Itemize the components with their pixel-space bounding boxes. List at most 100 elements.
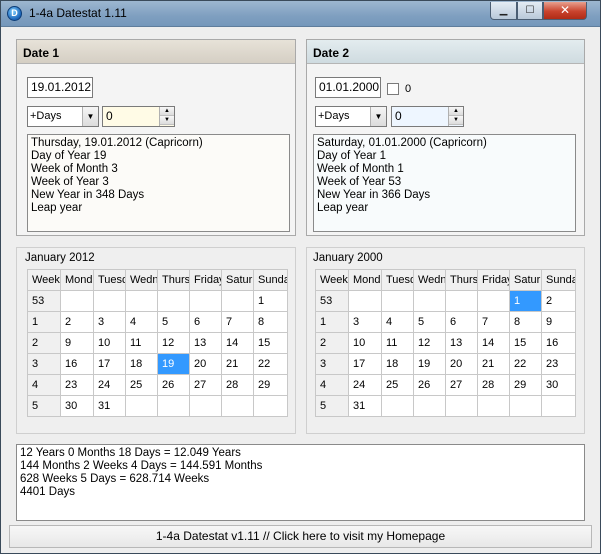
day-cell[interactable]: 12 bbox=[157, 332, 190, 354]
day-cell[interactable]: 29 bbox=[509, 374, 542, 396]
day-cell[interactable]: 21 bbox=[477, 353, 510, 375]
day-cell[interactable]: 9 bbox=[541, 311, 576, 333]
day-cell[interactable]: 15 bbox=[509, 332, 542, 354]
day-cell[interactable]: 12 bbox=[413, 332, 446, 354]
day-cell[interactable]: 19 bbox=[157, 353, 190, 375]
day-cell[interactable]: 8 bbox=[509, 311, 542, 333]
day-cell[interactable]: 3 bbox=[348, 311, 382, 333]
day-cell[interactable]: 20 bbox=[445, 353, 478, 375]
day-cell[interactable]: 18 bbox=[125, 353, 158, 375]
calendar2-grid[interactable]: WeekMondaTuesdWednThursFridaySaturSunda5… bbox=[315, 269, 576, 417]
day-cell bbox=[189, 395, 222, 417]
week-number-cell: 1 bbox=[315, 311, 349, 333]
day-cell[interactable]: 29 bbox=[253, 374, 288, 396]
day-cell[interactable]: 26 bbox=[413, 374, 446, 396]
day-cell[interactable]: 1 bbox=[253, 290, 288, 312]
day-cell[interactable]: 23 bbox=[541, 353, 576, 375]
day-cell[interactable]: 14 bbox=[221, 332, 254, 354]
day-cell[interactable]: 21 bbox=[221, 353, 254, 375]
day-cell bbox=[157, 290, 190, 312]
day-cell[interactable]: 27 bbox=[189, 374, 222, 396]
day-cell[interactable]: 2 bbox=[541, 290, 576, 312]
day-cell[interactable]: 11 bbox=[381, 332, 414, 354]
day-cell[interactable]: 1 bbox=[509, 290, 542, 312]
close-button[interactable]: ✕ bbox=[543, 2, 587, 20]
day-cell[interactable]: 13 bbox=[189, 332, 222, 354]
weekday-header: Monda bbox=[60, 269, 94, 291]
day-cell[interactable]: 2 bbox=[60, 311, 94, 333]
date1-offset-spinner[interactable]: 0 ▲ ▼ bbox=[102, 106, 175, 127]
day-cell[interactable]: 31 bbox=[93, 395, 126, 417]
day-cell[interactable]: 17 bbox=[348, 353, 382, 375]
day-cell[interactable]: 20 bbox=[189, 353, 222, 375]
minimize-button[interactable]: ▁ bbox=[490, 2, 517, 20]
day-cell[interactable]: 7 bbox=[477, 311, 510, 333]
day-cell bbox=[125, 290, 158, 312]
day-cell[interactable]: 28 bbox=[477, 374, 510, 396]
app-icon[interactable]: D bbox=[7, 6, 22, 21]
date1-header: Date 1 bbox=[17, 40, 295, 64]
day-cell[interactable]: 16 bbox=[541, 332, 576, 354]
day-cell[interactable]: 30 bbox=[541, 374, 576, 396]
day-cell[interactable]: 25 bbox=[381, 374, 414, 396]
maximize-button[interactable]: ☐ bbox=[517, 2, 543, 20]
chevron-down-icon[interactable]: ▼ bbox=[370, 107, 386, 126]
day-cell[interactable]: 6 bbox=[189, 311, 222, 333]
day-cell[interactable]: 5 bbox=[413, 311, 446, 333]
day-cell[interactable]: 9 bbox=[60, 332, 94, 354]
day-cell[interactable]: 3 bbox=[93, 311, 126, 333]
calendar-week-row: 3 16 17 18 19 20 21 22 bbox=[27, 353, 288, 375]
day-cell[interactable]: 10 bbox=[348, 332, 382, 354]
result-line: 628 Weeks 5 Days = 628.714 Weeks bbox=[20, 473, 210, 485]
day-cell[interactable]: 25 bbox=[125, 374, 158, 396]
homepage-link[interactable]: 1-4a Datestat v1.11 // Click here to vis… bbox=[9, 525, 592, 548]
day-cell[interactable]: 4 bbox=[381, 311, 414, 333]
day-cell[interactable]: 27 bbox=[445, 374, 478, 396]
date2-input[interactable]: 01.01.2000 bbox=[315, 77, 381, 98]
day-cell[interactable]: 22 bbox=[253, 353, 288, 375]
day-cell[interactable]: 7 bbox=[221, 311, 254, 333]
spin-down-icon[interactable]: ▼ bbox=[160, 116, 174, 125]
day-cell[interactable]: 19 bbox=[413, 353, 446, 375]
day-cell[interactable]: 4 bbox=[125, 311, 158, 333]
chevron-down-icon[interactable]: ▼ bbox=[82, 107, 98, 126]
day-cell[interactable]: 10 bbox=[93, 332, 126, 354]
day-cell[interactable]: 16 bbox=[60, 353, 94, 375]
day-cell[interactable]: 23 bbox=[60, 374, 94, 396]
title-bar[interactable]: D 1-4a Datestat 1.11 ▁ ☐ ✕ bbox=[1, 1, 600, 27]
day-cell[interactable]: 26 bbox=[157, 374, 190, 396]
week-number-cell: 4 bbox=[27, 374, 61, 396]
day-cell[interactable]: 8 bbox=[253, 311, 288, 333]
day-cell[interactable]: 14 bbox=[477, 332, 510, 354]
day-cell[interactable]: 24 bbox=[348, 374, 382, 396]
day-cell[interactable]: 22 bbox=[509, 353, 542, 375]
day-cell[interactable]: 5 bbox=[157, 311, 190, 333]
day-cell[interactable]: 6 bbox=[445, 311, 478, 333]
date2-offset-spinner[interactable]: 0 ▲ ▼ bbox=[391, 106, 464, 127]
day-cell bbox=[125, 395, 158, 417]
date2-checkbox[interactable] bbox=[387, 83, 399, 95]
date2-offset-mode-select[interactable]: +Days ▼ bbox=[315, 106, 387, 127]
day-cell[interactable]: 28 bbox=[221, 374, 254, 396]
spin-up-icon[interactable]: ▲ bbox=[449, 107, 463, 116]
day-cell[interactable]: 24 bbox=[93, 374, 126, 396]
day-cell[interactable]: 15 bbox=[253, 332, 288, 354]
date1-offset-mode-select[interactable]: +Days ▼ bbox=[27, 106, 99, 127]
date1-input[interactable]: 19.01.2012 bbox=[27, 77, 93, 98]
weekday-header: Tuesd bbox=[93, 269, 126, 291]
calendar1-grid[interactable]: WeekMondaTuesdWednThursFridaySaturSunda5… bbox=[27, 269, 288, 417]
day-cell[interactable]: 18 bbox=[381, 353, 414, 375]
day-cell[interactable]: 11 bbox=[125, 332, 158, 354]
day-cell bbox=[348, 290, 382, 312]
day-cell[interactable]: 31 bbox=[348, 395, 382, 417]
day-cell[interactable]: 17 bbox=[93, 353, 126, 375]
day-cell[interactable]: 30 bbox=[60, 395, 94, 417]
day-cell bbox=[413, 290, 446, 312]
weekday-header: Week bbox=[27, 269, 61, 291]
spin-up-icon[interactable]: ▲ bbox=[160, 107, 174, 116]
day-cell bbox=[221, 290, 254, 312]
day-cell[interactable]: 13 bbox=[445, 332, 478, 354]
spin-down-icon[interactable]: ▼ bbox=[449, 116, 463, 125]
calendar-week-row: 53 1 2 bbox=[315, 290, 576, 312]
weekday-header: Thurs bbox=[157, 269, 190, 291]
